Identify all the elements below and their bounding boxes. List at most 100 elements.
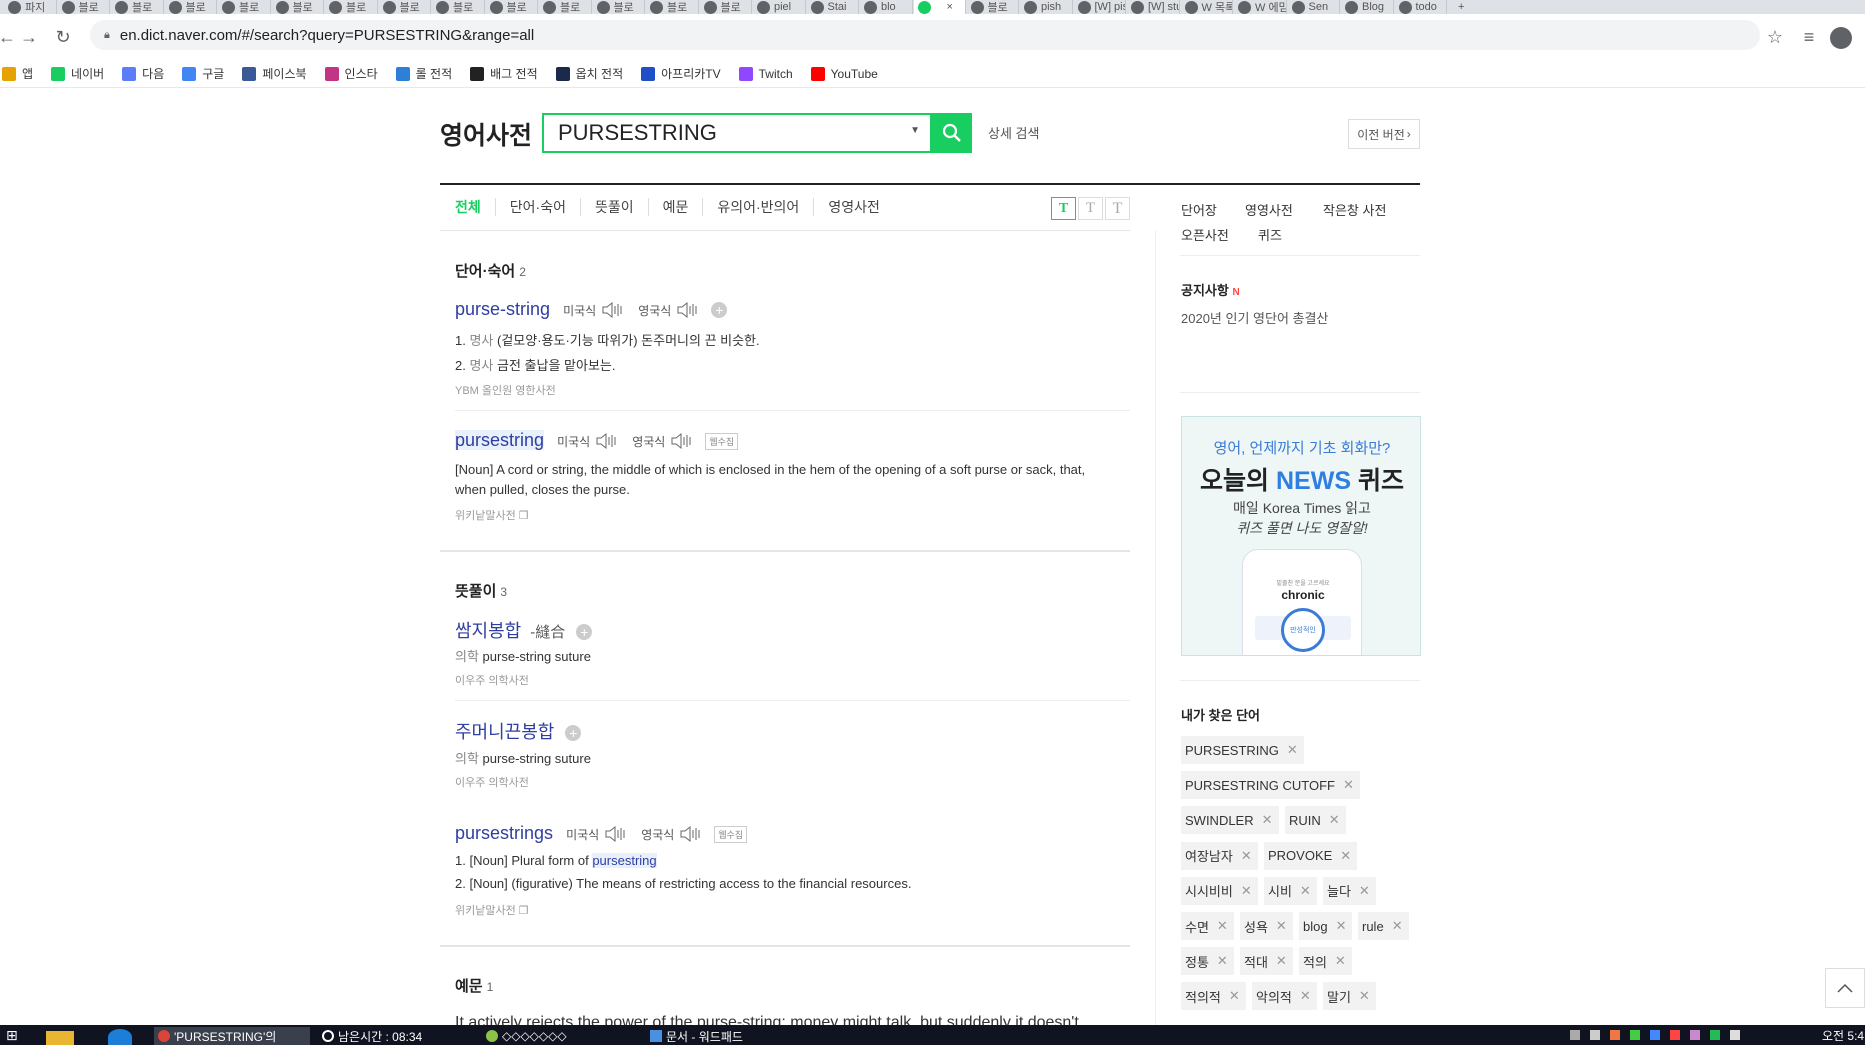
browser-tab[interactable]: 블로 xyxy=(111,0,164,14)
entry-word-link[interactable]: 주머니끈봉합 xyxy=(455,722,554,742)
browser-tab[interactable]: piel xyxy=(753,0,806,14)
advanced-search-link[interactable]: 상세 검색 xyxy=(988,123,1039,142)
sidebar-link-english-dict[interactable]: 영영사전 xyxy=(1245,200,1293,219)
bookmark-item[interactable]: 페이스북 xyxy=(242,65,307,82)
history-chip[interactable]: 성욕 ✕ xyxy=(1240,912,1293,940)
browser-tab[interactable]: × xyxy=(913,0,966,14)
bookmark-item[interactable]: 네이버 xyxy=(51,65,104,82)
remove-icon[interactable]: ✕ xyxy=(1392,918,1403,934)
speaker-icon[interactable] xyxy=(601,301,625,319)
taskbar-item-app[interactable]: ◇◇◇◇◇◇◇ xyxy=(482,1027,638,1045)
history-chip[interactable]: RUIN ✕ xyxy=(1285,806,1346,835)
previous-version-button[interactable]: 이전 버전 › xyxy=(1348,119,1420,149)
sidebar-link-mini-dict[interactable]: 작은창 사전 xyxy=(1323,200,1386,219)
history-chip[interactable]: 수면 ✕ xyxy=(1181,912,1234,940)
history-chip[interactable]: blog ✕ xyxy=(1299,912,1353,940)
remove-icon[interactable]: ✕ xyxy=(1300,883,1311,899)
history-chip[interactable]: 시시비비 ✕ xyxy=(1181,876,1258,905)
source-label[interactable]: 이우주 의학사전 xyxy=(455,672,529,688)
history-chip[interactable]: SWINDLER ✕ xyxy=(1181,806,1279,835)
result-tab[interactable]: 예문 xyxy=(649,198,704,216)
source-label[interactable]: 위키낱말사전 ❐ xyxy=(455,507,529,523)
font-size-large-button[interactable]: T xyxy=(1105,197,1130,220)
history-chip[interactable]: 말기 ✕ xyxy=(1323,982,1376,1011)
browser-tab[interactable]: 블로 xyxy=(539,0,592,14)
close-tab-icon[interactable]: × xyxy=(947,1,953,13)
speaker-icon[interactable] xyxy=(679,825,703,843)
remove-icon[interactable]: ✕ xyxy=(1359,883,1370,899)
browser-tab[interactable]: 블로 xyxy=(325,0,378,14)
notice-link[interactable]: 2020년 인기 영단어 총결산 xyxy=(1181,308,1328,327)
history-chip[interactable]: 적의 ✕ xyxy=(1299,947,1352,976)
browser-tab[interactable]: 블로 xyxy=(700,0,752,14)
source-label[interactable]: 이우주 의학사전 xyxy=(455,774,529,790)
remove-icon[interactable]: ✕ xyxy=(1276,918,1287,934)
history-chip[interactable]: 여장남자 ✕ xyxy=(1181,841,1258,870)
browser-tab[interactable]: Blog xyxy=(1341,0,1394,14)
tray-icon[interactable] xyxy=(1670,1030,1680,1040)
browser-tab[interactable]: 블로 xyxy=(646,0,699,14)
add-wordbook-icon[interactable]: + xyxy=(711,302,728,318)
result-tab[interactable]: 뜻풀이 xyxy=(581,198,649,216)
browser-tab[interactable]: 블로 xyxy=(58,0,110,14)
browser-tab[interactable]: 블로 xyxy=(272,0,324,14)
browser-tab[interactable]: [W] stuc xyxy=(1127,0,1180,14)
history-chip[interactable]: PURSESTRING ✕ xyxy=(1181,736,1304,764)
tray-icon[interactable] xyxy=(1710,1030,1720,1040)
speaker-icon[interactable] xyxy=(676,301,700,319)
result-tab[interactable]: 유의어·반의어 xyxy=(703,198,815,216)
history-chip[interactable]: PURSESTRING CUTOFF ✕ xyxy=(1181,771,1360,800)
history-chip[interactable]: 시비 ✕ xyxy=(1264,876,1317,905)
browser-tab[interactable]: W 에믿 xyxy=(1234,0,1287,14)
taskbar-item-wordpad[interactable]: 문서 - 워드패드 xyxy=(646,1027,802,1045)
result-tab[interactable]: 영영사전 xyxy=(814,198,894,216)
history-chip[interactable]: 정통 ✕ xyxy=(1181,947,1234,976)
remove-icon[interactable]: ✕ xyxy=(1241,883,1252,899)
browser-tab[interactable]: Stai xyxy=(807,0,859,14)
windows-start-icon[interactable]: ⊞ xyxy=(6,1027,28,1045)
remove-icon[interactable]: ✕ xyxy=(1329,812,1340,828)
browser-tab[interactable]: 블로 xyxy=(379,0,431,14)
tray-icon[interactable] xyxy=(1610,1030,1620,1040)
remove-icon[interactable]: ✕ xyxy=(1340,848,1351,864)
bookmark-item[interactable]: 옵치 전적 xyxy=(555,65,623,82)
browser-tab[interactable]: 블로 xyxy=(486,0,538,14)
def-link[interactable]: pursestring xyxy=(592,853,657,868)
internet-explorer-icon[interactable] xyxy=(108,1029,132,1045)
result-tab[interactable]: 단어·숙어 xyxy=(496,198,581,216)
remove-icon[interactable]: ✕ xyxy=(1262,812,1273,828)
tray-icon[interactable] xyxy=(1590,1030,1600,1040)
taskbar-clock[interactable]: 오전 5:4 xyxy=(1822,1027,1865,1044)
profile-avatar[interactable] xyxy=(1830,27,1852,49)
entry-word-link[interactable]: 쌈지봉합 xyxy=(455,621,521,641)
star-bookmark-icon[interactable]: ☆ xyxy=(1762,24,1788,50)
tray-icon[interactable] xyxy=(1570,1030,1580,1040)
remove-icon[interactable]: ✕ xyxy=(1359,988,1370,1004)
history-chip[interactable]: PROVOKE ✕ xyxy=(1264,841,1358,870)
browser-tab[interactable]: [W] pish xyxy=(1074,0,1126,14)
history-chip[interactable]: rule ✕ xyxy=(1358,912,1409,940)
reload-button[interactable]: ↻ xyxy=(50,24,76,50)
bookmark-item[interactable]: 배그 전적 xyxy=(470,65,538,82)
bookmark-item[interactable]: Twitch xyxy=(738,66,793,81)
bookmark-item[interactable]: 앱 xyxy=(2,65,33,82)
tray-icon[interactable] xyxy=(1690,1030,1700,1040)
news-quiz-banner[interactable]: 영어, 언제까지 기초 회화만? 오늘의 NEWS 퀴즈 매일 Korea Ti… xyxy=(1181,416,1421,656)
browser-tab[interactable]: Sen xyxy=(1288,0,1340,14)
taskbar-item-chrome[interactable]: 'PURSESTRING'의 xyxy=(154,1027,310,1045)
sidebar-link-quiz[interactable]: 퀴즈 xyxy=(1258,225,1282,244)
history-chip[interactable]: 적대 ✕ xyxy=(1240,947,1293,976)
search-dropdown-icon[interactable]: ▼ xyxy=(910,125,920,136)
speaker-icon[interactable] xyxy=(595,432,619,450)
bookmark-item[interactable]: 다음 xyxy=(122,65,164,82)
remove-icon[interactable]: ✕ xyxy=(1343,777,1354,793)
sidebar-link-wordbook[interactable]: 단어장 xyxy=(1181,200,1217,219)
tray-icon[interactable] xyxy=(1650,1030,1660,1040)
taskbar-item-timer[interactable]: 남은시간 : 08:34 xyxy=(318,1027,474,1045)
remove-icon[interactable]: ✕ xyxy=(1241,848,1252,864)
browser-tab[interactable]: 블로 xyxy=(593,0,645,14)
reading-list-icon[interactable]: ≡ xyxy=(1796,24,1822,50)
history-chip[interactable]: 적의적 ✕ xyxy=(1181,982,1246,1011)
remove-icon[interactable]: ✕ xyxy=(1217,918,1228,934)
browser-tab[interactable]: 블로 xyxy=(967,0,1019,14)
